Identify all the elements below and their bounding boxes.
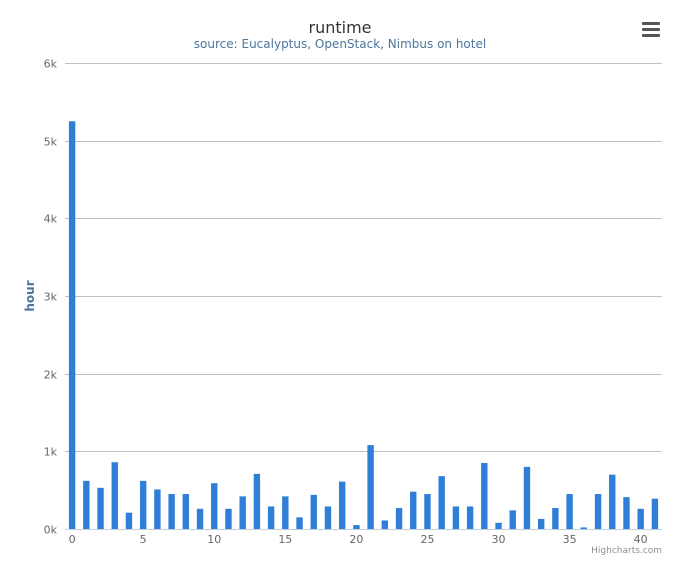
menu-icon[interactable] [640, 20, 662, 40]
y-tick-label: 3k [44, 291, 58, 304]
bar[interactable] [353, 525, 360, 529]
bar[interactable] [594, 494, 602, 529]
bar[interactable] [623, 497, 630, 529]
x-tick-label: 20 [349, 533, 363, 546]
bar[interactable] [637, 508, 644, 529]
y-tick-label: 0k [44, 524, 58, 537]
x-tick-label: 10 [207, 533, 221, 546]
y-tick-label: 5k [44, 136, 58, 149]
bar[interactable] [83, 480, 90, 529]
x-tick-label: 30 [492, 533, 506, 546]
bar[interactable] [154, 489, 161, 529]
bar[interactable] [566, 494, 573, 529]
bar[interactable] [381, 520, 389, 529]
bar[interactable] [338, 481, 346, 529]
bar[interactable] [125, 512, 133, 529]
bar[interactable] [239, 496, 246, 529]
x-tick-label: 35 [563, 533, 577, 546]
chart: runtime source: Eucalyptus, OpenStack, N… [23, 18, 662, 556]
bar[interactable] [452, 506, 460, 529]
bar[interactable] [424, 494, 431, 529]
y-axis-label: hour [23, 280, 37, 311]
bar[interactable] [367, 445, 374, 529]
bar[interactable] [651, 498, 659, 529]
bar[interactable] [395, 508, 403, 529]
bar[interactable] [225, 508, 232, 529]
x-tick-label: 5 [140, 533, 147, 546]
bar[interactable] [253, 473, 261, 529]
x-tick-label: 15 [278, 533, 292, 546]
bar[interactable] [438, 476, 445, 529]
y-axis-ticks: 0k 1k 2k 3k 4k 5k 6k [44, 58, 58, 537]
y-tick-label: 1k [44, 446, 58, 459]
bar-series [68, 121, 659, 529]
bar[interactable] [495, 522, 502, 529]
y-tick-label: 4k [44, 213, 58, 226]
bar[interactable] [324, 506, 332, 529]
bar[interactable] [609, 474, 616, 529]
bar[interactable] [97, 487, 104, 529]
bar[interactable] [509, 510, 516, 529]
bar[interactable] [537, 518, 545, 529]
bar[interactable] [139, 480, 147, 529]
bar[interactable] [111, 462, 118, 529]
bar[interactable] [282, 496, 289, 529]
chart-subtitle: source: Eucalyptus, OpenStack, Nimbus on… [194, 37, 486, 51]
bar[interactable] [196, 508, 204, 529]
bar[interactable] [168, 494, 175, 529]
bar[interactable] [267, 506, 275, 529]
y-tick-label: 6k [44, 58, 58, 71]
x-tick-label: 40 [634, 533, 648, 546]
bar[interactable] [182, 494, 190, 529]
bar[interactable] [481, 462, 488, 529]
y-tick-label: 2k [44, 369, 58, 382]
chart-title: runtime [308, 18, 371, 37]
bar[interactable] [296, 517, 303, 529]
grid-lines [65, 63, 662, 530]
bar[interactable] [466, 506, 474, 529]
x-tick-label: 0 [69, 533, 76, 546]
bar[interactable] [68, 121, 76, 529]
bar[interactable] [410, 491, 417, 529]
bar[interactable] [523, 466, 531, 529]
x-tick-label: 25 [420, 533, 434, 546]
bar[interactable] [211, 483, 218, 529]
credits-link[interactable]: Highcharts.com [591, 546, 662, 556]
x-axis-ticks: 0 5 10 15 20 25 30 35 40 [65, 529, 662, 546]
bar[interactable] [580, 527, 588, 529]
bar[interactable] [310, 494, 317, 529]
bar[interactable] [552, 508, 559, 529]
